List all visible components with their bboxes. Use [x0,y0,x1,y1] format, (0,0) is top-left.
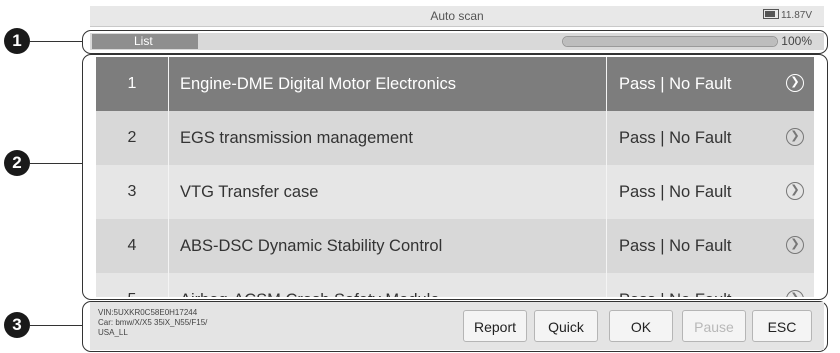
tab-list[interactable]: List [92,34,198,49]
scan-progress-fill [563,37,777,46]
module-status: Pass | No Fault [606,57,732,111]
row-number: 3 [96,165,169,219]
module-name: Airbag-ACSM Crash Safety Module [180,273,440,297]
car-text: Car: bmw/X/X5 35iX_N55/F15/ [98,318,208,327]
row-number: 5 [96,273,169,297]
list-item[interactable]: 5 Airbag-ACSM Crash Safety Module Pass |… [96,273,814,297]
list-item[interactable]: 2 EGS transmission management Pass | No … [96,111,814,165]
esc-button[interactable]: ESC [752,310,812,342]
quick-button[interactable]: Quick [534,310,598,342]
list-progress-bar: List 100% [90,33,824,50]
pause-button[interactable]: Pause [682,310,746,342]
battery-icon [763,9,780,19]
list-item[interactable]: 3 VTG Transfer case Pass | No Fault ❯ [96,165,814,219]
page-title: Auto scan [430,9,484,23]
list-item[interactable]: 4 ABS-DSC Dynamic Stability Control Pass… [96,219,814,273]
module-name: VTG Transfer case [180,183,319,201]
chevron-right-icon[interactable]: ❯ [786,236,804,254]
callout-1-leader [30,41,82,42]
chevron-right-icon[interactable]: ❯ [786,290,804,297]
chevron-right-icon[interactable]: ❯ [786,74,804,92]
row-number: 2 [96,111,169,165]
chevron-right-icon[interactable]: ❯ [786,128,804,146]
callout-3-leader [30,325,82,326]
region-text: USA_LL [98,328,128,337]
vehicle-info: VIN:5UXKR0C58E0H17244 Car: bmw/X/X5 35iX… [98,308,207,338]
bottom-toolbar: VIN:5UXKR0C58E0H17244 Car: bmw/X/X5 35iX… [90,302,824,350]
callout-2: 2 [4,150,30,176]
module-status: Pass | No Fault [606,219,732,273]
module-status: Pass | No Fault [606,273,732,297]
row-number: 1 [96,57,169,111]
module-name: EGS transmission management [180,129,413,147]
progress-percent: 100% [781,34,812,48]
module-list[interactable]: 1 Engine-DME Digital Motor Electronics P… [96,57,814,297]
callout-3: 3 [4,312,30,338]
module-status: Pass | No Fault [606,165,732,219]
ok-button[interactable]: OK [609,310,673,342]
row-number: 4 [96,219,169,273]
module-name: ABS-DSC Dynamic Stability Control [180,237,443,255]
module-status: Pass | No Fault [606,111,732,165]
title-bar: Auto scan 11.87V [90,6,824,27]
callout-1: 1 [4,28,30,54]
vin-text: VIN:5UXKR0C58E0H17244 [98,308,198,317]
battery-voltage: 11.87V [781,10,812,21]
scan-progress [562,36,778,47]
report-button[interactable]: Report [463,310,527,342]
list-item[interactable]: 1 Engine-DME Digital Motor Electronics P… [96,57,814,111]
module-name: Engine-DME Digital Motor Electronics [180,75,457,93]
callout-2-leader [30,163,82,164]
chevron-right-icon[interactable]: ❯ [786,182,804,200]
battery-status: 11.87V [763,9,812,21]
